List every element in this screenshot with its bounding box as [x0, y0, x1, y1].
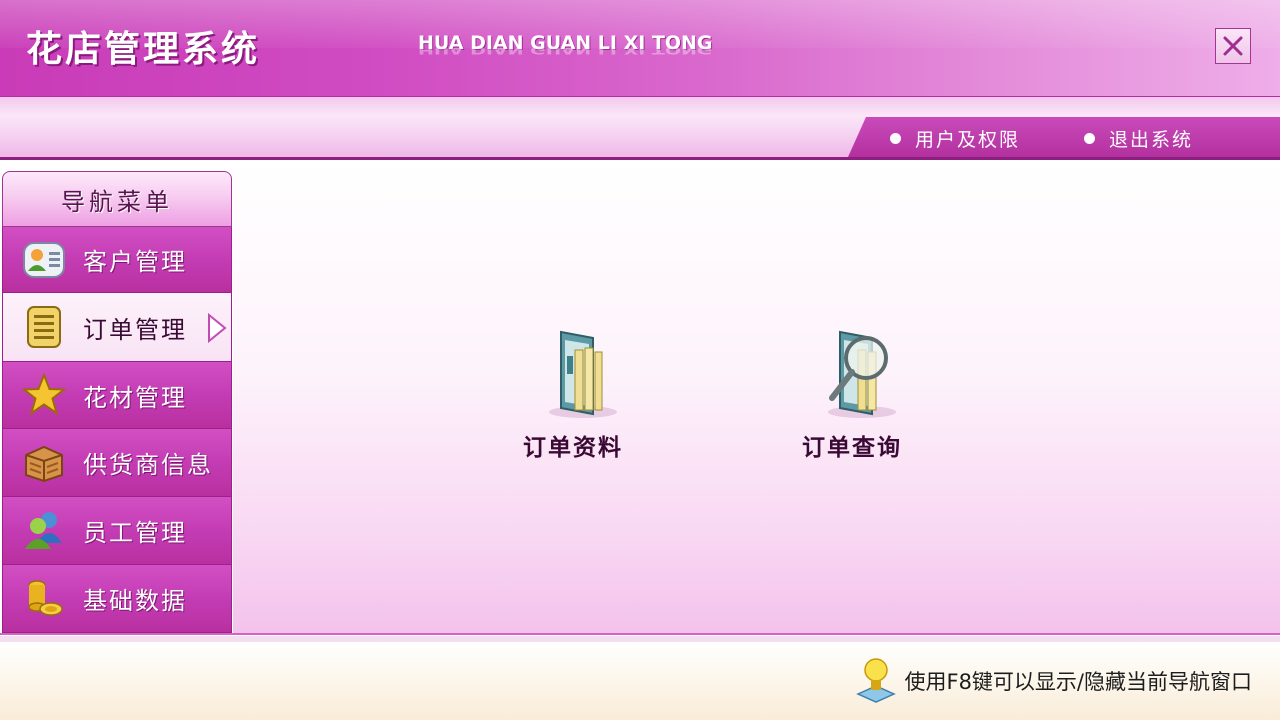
sidebar-item-label: 订单管理: [83, 315, 187, 344]
star-icon: [21, 372, 67, 418]
order-query-tile[interactable]: 订单查询: [777, 326, 927, 466]
sidebar-item-orders[interactable]: 订单管理: [2, 293, 232, 362]
sidebar-item-suppliers[interactable]: 供货商信息: [2, 429, 232, 497]
coins-icon: [21, 576, 67, 622]
contact-card-icon: [21, 237, 67, 283]
exit-system-link[interactable]: 退出系统: [1084, 124, 1193, 152]
app-title: 花店管理系统: [26, 29, 261, 70]
bullet-dot-icon: [890, 132, 901, 144]
footer-divider: [0, 633, 1280, 635]
close-icon: [1223, 36, 1243, 56]
users-icon: [21, 508, 67, 554]
app-subtitle-reflection: HUA DIAN GUAN LI XI TONG: [418, 43, 713, 56]
document-list-icon: [21, 304, 67, 350]
sidebar-item-flower-materials[interactable]: 花材管理: [2, 362, 232, 429]
lightbulb-icon: [856, 658, 897, 703]
user-permissions-label: 用户及权限: [915, 128, 1021, 151]
sidebar-item-label: 基础数据: [83, 587, 187, 615]
order-data-label: 订单资料: [523, 435, 623, 461]
sidebar-item-staff[interactable]: 员工管理: [2, 497, 232, 565]
sidebar-item-label: 客户管理: [83, 248, 187, 276]
main-content: [233, 160, 1280, 634]
order-query-label: 订单查询: [802, 435, 902, 461]
nav-menu-header: 导航菜单: [2, 171, 232, 227]
close-button[interactable]: [1215, 28, 1251, 64]
footer-hint: 使用F8键可以显示/隐藏当前导航窗口: [854, 656, 1252, 706]
user-permissions-link[interactable]: 用户及权限: [890, 124, 1020, 152]
crate-icon: [21, 440, 67, 486]
nav-menu-title: 导航菜单: [61, 187, 173, 216]
sidebar-item-base-data[interactable]: 基础数据: [2, 565, 232, 633]
bullet-dot-icon: [1084, 132, 1095, 144]
sidebar-item-label: 员工管理: [83, 519, 187, 547]
exit-system-label: 退出系统: [1109, 128, 1194, 151]
folder-documents-icon: [549, 330, 617, 418]
folder-search-icon: [828, 330, 896, 418]
footer-hint-text: 使用F8键可以显示/隐藏当前导航窗口: [904, 670, 1252, 694]
sidebar-item-customers[interactable]: 客户管理: [2, 227, 232, 293]
chevron-right-icon: [208, 313, 227, 343]
sidebar-item-label: 供货商信息: [83, 451, 213, 479]
sidebar-item-label: 花材管理: [83, 383, 187, 412]
order-data-tile[interactable]: 订单资料: [498, 326, 648, 466]
